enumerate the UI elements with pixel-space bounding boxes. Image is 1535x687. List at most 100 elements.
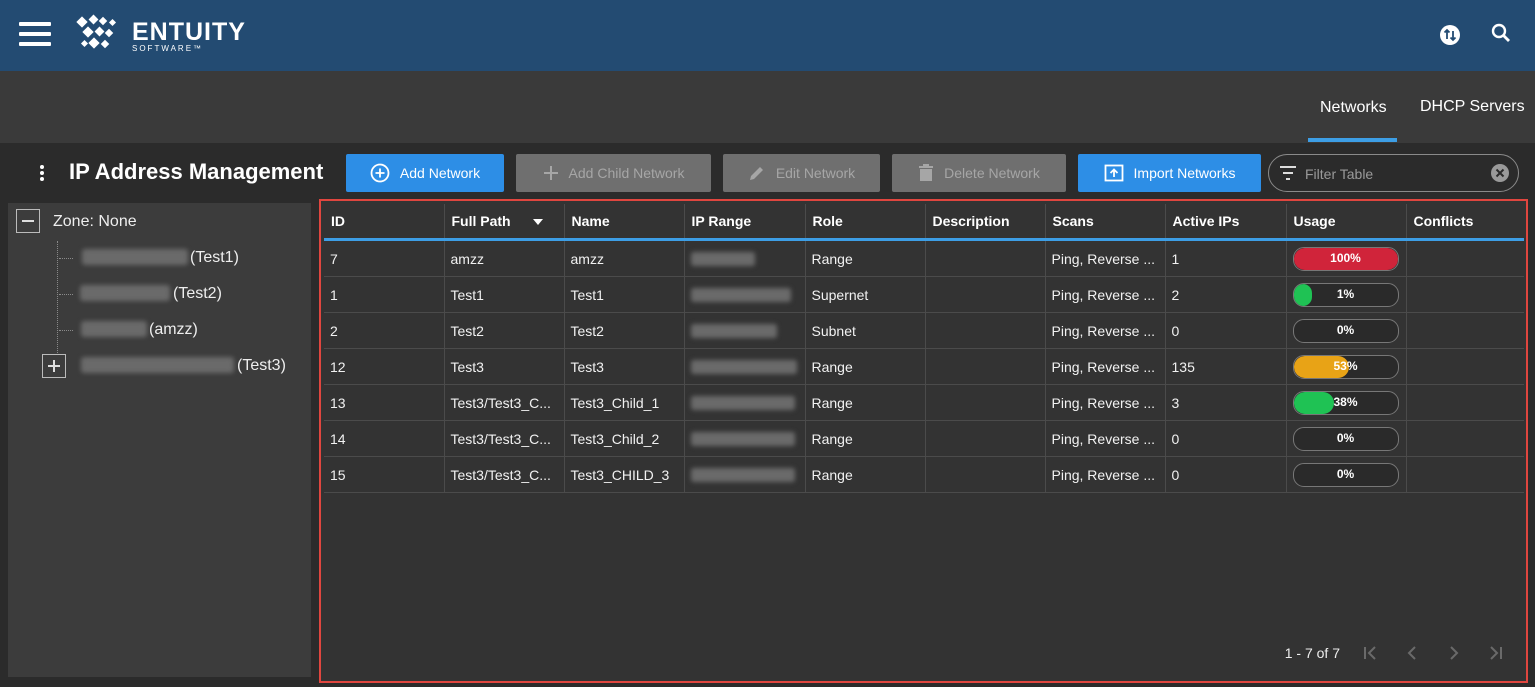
cell-ip-range [683, 348, 805, 385]
first-page-icon[interactable] [1358, 641, 1382, 665]
expand-test3-icon[interactable] [42, 354, 66, 378]
cell-id: 15 [324, 456, 444, 493]
tree-item-amzz[interactable]: (amzz) [149, 321, 198, 339]
tree-item-test3[interactable]: (Test3) [237, 357, 286, 375]
tab-dhcp-servers[interactable]: DHCP Servers [1420, 98, 1525, 116]
table-row[interactable]: 7 amzz amzz Range Ping, Reverse ... 1 100% [324, 239, 1524, 277]
table-row[interactable]: 1 Test1 Test1 Supernet Ping, Reverse ... 2 1% [324, 276, 1524, 313]
column-header-ip-range[interactable]: IP Range [683, 204, 805, 241]
page-title: IP Address Management [69, 159, 324, 184]
cell-active-ips: 0 [1164, 312, 1286, 349]
more-options-icon[interactable] [38, 164, 46, 184]
cell-conflicts [1405, 239, 1524, 277]
cell-description [924, 276, 1045, 313]
column-label: Scans [1052, 213, 1094, 229]
clear-filter-icon[interactable] [1490, 163, 1510, 183]
column-header-name[interactable]: Name [563, 204, 684, 241]
active-tab-indicator [1308, 138, 1397, 142]
plus-icon [543, 166, 558, 180]
filter-table-input[interactable] [1303, 163, 1487, 185]
cell-active-ips: 0 [1164, 456, 1286, 493]
tree-connector [59, 330, 73, 331]
cell-description [924, 239, 1045, 277]
sync-icon[interactable] [1437, 22, 1463, 48]
table-row[interactable]: 2 Test2 Test2 Subnet Ping, Reverse ... 0 0% [324, 312, 1524, 349]
cell-usage: 1% [1285, 276, 1406, 313]
cell-name: Test1 [563, 276, 684, 313]
cell-ip-range [683, 239, 805, 277]
logo-subtext: SOFTWARE™ [132, 44, 204, 53]
import-networks-button[interactable]: Import Networks [1078, 154, 1261, 192]
top-app-bar: ENTUITY SOFTWARE™ [0, 0, 1535, 71]
redacted-ip-range [690, 467, 795, 482]
menu-icon[interactable] [19, 22, 51, 46]
filter-table-field[interactable] [1268, 154, 1519, 192]
last-page-icon[interactable] [1484, 641, 1508, 665]
cell-role: Range [804, 239, 925, 277]
table-header-row: ID Full Path Name IP Range Role Descript… [324, 204, 1524, 241]
tree-connector [59, 258, 73, 259]
cell-usage: 38% [1285, 384, 1406, 421]
column-header-active-ips[interactable]: Active IPs [1164, 204, 1286, 241]
tree-item-test2[interactable]: (Test2) [173, 285, 222, 303]
collapse-zone-icon[interactable] [16, 209, 40, 233]
cell-active-ips: 0 [1164, 420, 1286, 457]
redacted-ip-range [690, 395, 795, 410]
logo-mark-icon [76, 14, 117, 49]
cell-usage: 0% [1285, 456, 1406, 493]
cell-description [924, 312, 1045, 349]
cell-id: 7 [324, 239, 444, 277]
cell-id: 1 [324, 276, 444, 313]
column-label: Name [571, 213, 610, 229]
usage-percent: 53% [1333, 358, 1358, 373]
table-row[interactable]: 15 Test3/Test3_C... Test3_CHILD_3 Range Ping… [324, 456, 1524, 493]
usage-percent: 0% [1336, 430, 1355, 445]
cell-ip-range [683, 420, 805, 457]
usage-bar: 0% [1292, 462, 1399, 487]
cell-role: Range [804, 384, 925, 421]
redacted-ip-range [690, 323, 777, 338]
pencil-icon [749, 167, 763, 180]
cell-conflicts [1405, 276, 1524, 313]
next-page-icon[interactable] [1442, 641, 1466, 665]
edit-network-button[interactable]: Edit Network [723, 154, 880, 192]
cell-scans: Ping, Reverse ... [1044, 312, 1165, 349]
column-header-full-path[interactable]: Full Path [443, 204, 564, 241]
redacted-ip-range [690, 251, 755, 266]
cell-name: Test3_Child_1 [563, 384, 684, 421]
column-header-id[interactable]: ID [324, 204, 444, 241]
column-header-usage[interactable]: Usage [1285, 204, 1406, 241]
tree-item-test1[interactable]: (Test1) [190, 249, 239, 267]
cell-id: 13 [324, 384, 444, 421]
import-icon [1104, 164, 1123, 182]
column-header-conflicts[interactable]: Conflicts [1405, 204, 1524, 241]
table-row[interactable]: 12 Test3 Test3 Range Ping, Reverse ... 135 53% [324, 348, 1524, 385]
cell-full-path: Test1 [443, 276, 564, 313]
usage-bar: 0% [1292, 318, 1399, 343]
sort-desc-icon[interactable] [532, 219, 543, 226]
add-network-button[interactable]: Add Network [346, 154, 504, 192]
add-child-network-button[interactable]: Add Child Network [516, 154, 711, 192]
cell-conflicts [1405, 384, 1524, 421]
column-header-description[interactable]: Description [924, 204, 1045, 241]
previous-page-icon[interactable] [1400, 641, 1424, 665]
cell-name: Test3 [563, 348, 684, 385]
tree-root-zone[interactable]: Zone: None [53, 213, 137, 231]
cell-usage: 0% [1285, 420, 1406, 457]
column-header-role[interactable]: Role [804, 204, 925, 241]
tab-networks[interactable]: Networks [1320, 99, 1387, 117]
delete-network-button[interactable]: Delete Network [892, 154, 1066, 192]
usage-bar: 1% [1292, 282, 1399, 307]
search-icon[interactable] [1489, 22, 1515, 48]
add-circle-icon [370, 163, 390, 183]
cell-conflicts [1405, 420, 1524, 457]
column-header-scans[interactable]: Scans [1044, 204, 1165, 241]
trash-icon [919, 164, 934, 181]
cell-scans: Ping, Reverse ... [1044, 456, 1165, 493]
table-row[interactable]: 13 Test3/Test3_C... Test3_Child_1 Range Ping… [324, 384, 1524, 421]
redacted-ip [80, 285, 170, 301]
zone-tree-panel: Zone: None (Test1) (Test2) (amzz) (Test3… [8, 203, 311, 677]
cell-role: Range [804, 348, 925, 385]
column-label: Usage [1293, 213, 1336, 229]
table-row[interactable]: 14 Test3/Test3_C... Test3_Child_2 Range Ping… [324, 420, 1524, 457]
